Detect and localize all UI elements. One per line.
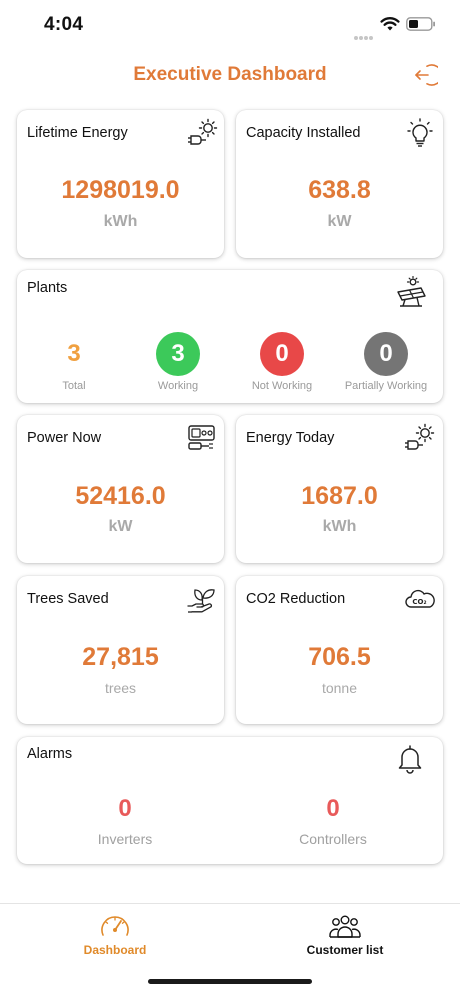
trees-saved-card[interactable]: Trees Saved 27,815 trees <box>17 576 224 724</box>
plant-hand-icon <box>187 589 215 613</box>
plants-total-label: Total <box>62 380 86 392</box>
alarms-controllers-stat[interactable]: 0 Controllers <box>243 795 423 847</box>
alarms-inverters-label: Inverters <box>97 831 153 847</box>
co2-reduction-card[interactable]: CO2 Reduction CO₂ 706.5 tonne <box>236 576 443 724</box>
power-now-card[interactable]: Power Now 52416.0 kW <box>17 415 224 563</box>
tab-dashboard[interactable]: Dashboard <box>0 904 230 974</box>
plants-working-value: 3 <box>156 332 200 376</box>
svg-text:CO₂: CO₂ <box>412 598 426 606</box>
alarms-inverters-stat[interactable]: 0 Inverters <box>35 795 215 847</box>
plants-working-label: Working <box>157 380 199 392</box>
energy-today-value: 1687.0 <box>301 482 378 510</box>
capacity-installed-unit: kW <box>327 213 352 230</box>
co2-cloud-icon: CO₂ <box>405 589 435 608</box>
co2-reduction-unit: tonne <box>321 680 358 696</box>
plants-partially-working-value: 0 <box>364 332 408 376</box>
energy-today-card[interactable]: Energy Today 1687.0 kWh <box>236 415 443 563</box>
plants-partially-working-label: Partially Working <box>344 380 428 392</box>
trees-saved-unit: trees <box>104 680 137 696</box>
plants-not-working-value: 0 <box>260 332 304 376</box>
card-title: Alarms <box>27 746 73 762</box>
plants-card[interactable]: Plants 3 Total 3 Working 0 Not Working 0… <box>17 270 443 403</box>
alarms-card[interactable]: Alarms 0 Inverters 0 Controllers <box>17 737 443 864</box>
users-icon <box>329 915 361 938</box>
cellular-signal-icon <box>354 27 374 40</box>
meter-plug-icon <box>188 425 215 450</box>
solar-panel-icon <box>397 276 426 307</box>
alarms-controllers-label: Controllers <box>299 831 367 847</box>
plants-working-stat[interactable]: 3 Working <box>126 332 230 392</box>
tab-customer-list-label: Customer list <box>306 943 384 957</box>
card-title: Capacity Installed <box>246 125 361 141</box>
status-bar: 4:04 <box>0 0 460 50</box>
lifetime-energy-value: 1298019.0 <box>61 176 180 204</box>
energy-today-unit: kWh <box>322 518 357 535</box>
plants-not-working-stat[interactable]: 0 Not Working <box>230 332 334 392</box>
capacity-installed-value: 638.8 <box>308 176 371 204</box>
plants-total-value: 3 <box>67 340 81 367</box>
card-title: Trees Saved <box>27 591 109 607</box>
battery-icon <box>406 17 435 31</box>
co2-reduction-value: 706.5 <box>308 643 371 671</box>
page-title: Executive Dashboard <box>133 64 327 85</box>
bell-icon <box>398 745 422 774</box>
card-title: Plants <box>27 280 68 296</box>
speedometer-icon <box>101 916 129 936</box>
card-title: Power Now <box>27 430 102 446</box>
plants-not-working-label: Not Working <box>251 380 313 392</box>
solar-plug-icon <box>405 423 435 450</box>
status-time: 4:04 <box>44 14 84 35</box>
power-now-value: 52416.0 <box>75 482 166 510</box>
alarms-controllers-value: 0 <box>326 795 340 822</box>
lightbulb-icon <box>407 118 433 147</box>
card-title: Lifetime Energy <box>27 125 128 141</box>
plants-total-stat[interactable]: 3 Total <box>22 332 126 392</box>
lifetime-energy-card[interactable]: Lifetime Energy 1298019.0 kWh <box>17 110 224 258</box>
lifetime-energy-unit: kWh <box>103 213 138 230</box>
trees-saved-value: 27,815 <box>82 643 159 671</box>
card-title: Energy Today <box>246 430 335 446</box>
power-now-unit: kW <box>108 518 133 535</box>
header: Executive Dashboard <box>0 55 460 95</box>
home-indicator <box>148 979 312 984</box>
capacity-installed-card[interactable]: Capacity Installed 638.8 kW <box>236 110 443 258</box>
wifi-icon <box>380 17 400 31</box>
alarms-inverters-value: 0 <box>118 795 132 822</box>
tab-customer-list[interactable]: Customer list <box>230 904 460 974</box>
solar-plug-icon <box>188 118 218 145</box>
logout-button[interactable] <box>410 61 438 89</box>
plants-partially-working-stat[interactable]: 0 Partially Working <box>334 332 438 392</box>
card-title: CO2 Reduction <box>246 591 346 607</box>
tab-dashboard-label: Dashboard <box>83 943 147 957</box>
